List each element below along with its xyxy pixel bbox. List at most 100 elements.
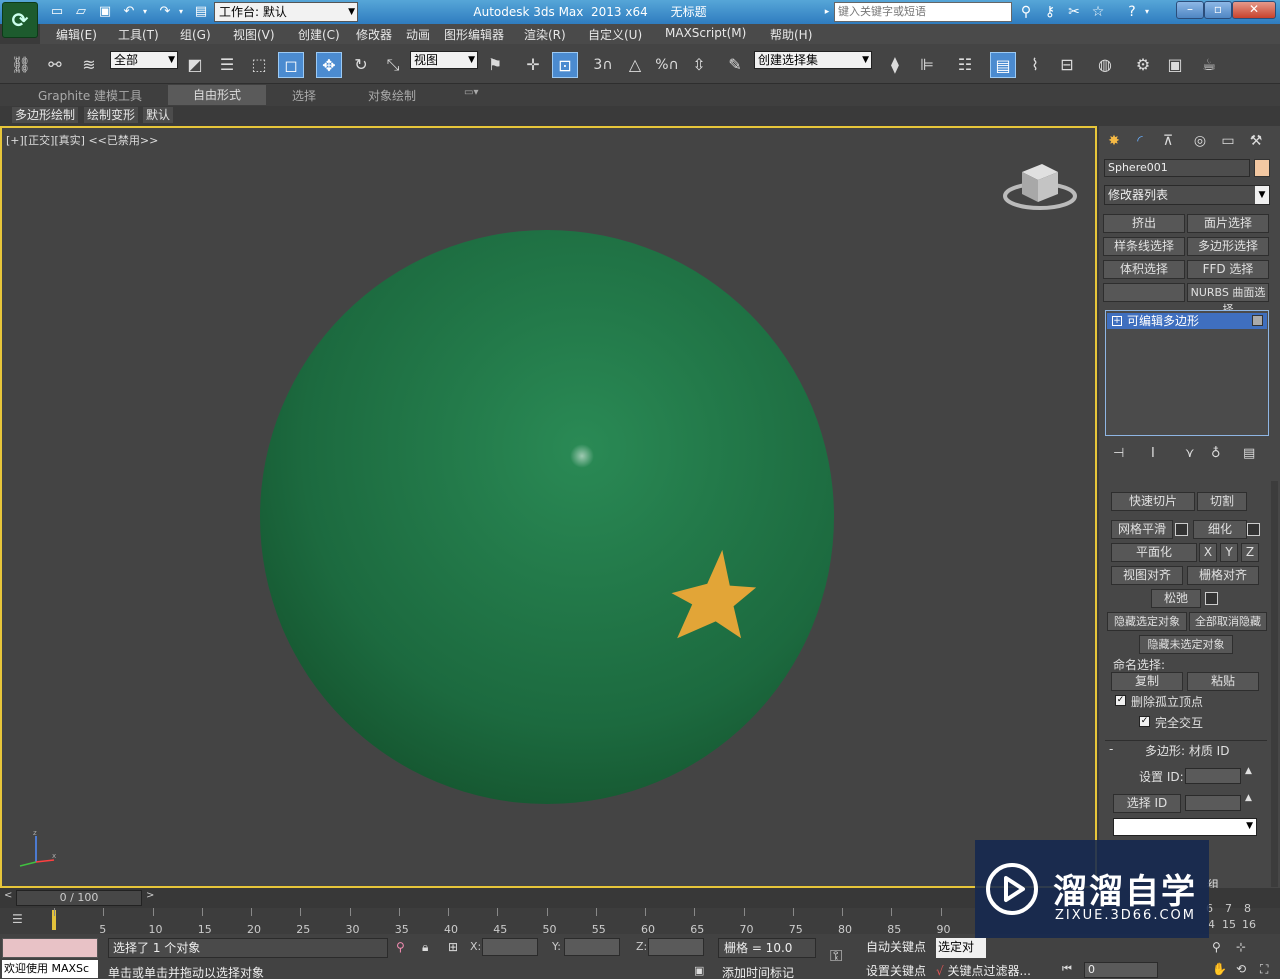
- relax-settings-icon[interactable]: [1205, 592, 1218, 605]
- star-icon[interactable]: ☆: [1088, 2, 1108, 22]
- app-logo-icon[interactable]: ⟳: [2, 2, 38, 38]
- tab-object-paint[interactable]: 对象绘制: [368, 87, 416, 104]
- select-rotate-icon[interactable]: ↻: [348, 52, 374, 78]
- meshsmooth-button[interactable]: 网格平滑: [1111, 520, 1173, 539]
- spline-select-button[interactable]: 样条线选择: [1103, 237, 1185, 256]
- time-slider-thumb[interactable]: 0 / 100: [16, 890, 142, 906]
- search-input[interactable]: 键入关键字或短语: [834, 2, 1012, 22]
- command-panel-scrollbar[interactable]: [1271, 481, 1278, 887]
- grid-align-button[interactable]: 栅格对齐: [1187, 566, 1259, 585]
- subscription-icon[interactable]: ✂: [1064, 2, 1084, 22]
- vol-select-button[interactable]: 体积选择: [1103, 260, 1185, 279]
- pin-stack-icon[interactable]: ⊣: [1113, 446, 1124, 461]
- auto-key-button[interactable]: 自动关键点: [866, 938, 926, 955]
- menu-group[interactable]: 组(G): [180, 26, 211, 43]
- pan-icon[interactable]: ✋: [1212, 962, 1227, 976]
- rect-selection-icon[interactable]: ⬚: [246, 52, 272, 78]
- close-button[interactable]: ✕: [1232, 1, 1276, 19]
- expand-icon[interactable]: +: [1112, 316, 1122, 326]
- spinner-arrows-icon[interactable]: ▲: [1245, 793, 1252, 803]
- poly-select-button[interactable]: 多边形选择: [1187, 237, 1269, 256]
- new-file-icon[interactable]: ▭: [48, 3, 66, 21]
- schematic-view-icon[interactable]: ⊟: [1054, 52, 1080, 78]
- empty-mod-button[interactable]: [1103, 283, 1185, 302]
- smoothing-num[interactable]: 8: [1244, 902, 1251, 915]
- absolute-mode-icon[interactable]: ⊞: [448, 940, 458, 954]
- help-icon[interactable]: ?: [1122, 2, 1142, 22]
- next-frame-icon[interactable]: >: [146, 890, 154, 901]
- redo-icon[interactable]: ↷: [156, 3, 174, 21]
- view-align-button[interactable]: 视图对齐: [1111, 566, 1183, 585]
- isolate-icon[interactable]: ⚲: [396, 940, 405, 954]
- maximize-viewport-icon[interactable]: ⛶: [1260, 962, 1268, 977]
- subtab-defaults[interactable]: 默认: [143, 107, 174, 123]
- material-id-rollout-title[interactable]: 多边形: 材质 ID: [1145, 742, 1229, 759]
- spinner-arrows-icon[interactable]: ▲: [1245, 766, 1252, 776]
- named-selection-dropdown[interactable]: 创建选择集 ▼: [754, 51, 872, 69]
- planarize-x-button[interactable]: X: [1199, 543, 1217, 562]
- orbit-icon[interactable]: ⟲: [1236, 962, 1246, 976]
- zoom-all-icon[interactable]: ⊹: [1236, 940, 1246, 954]
- keyboard-shortcut-toggle-icon[interactable]: ⊡: [552, 52, 578, 78]
- window-crossing-icon[interactable]: ◻: [278, 52, 304, 78]
- viewcube-icon[interactable]: [1002, 158, 1078, 214]
- tab-freeform[interactable]: 自由形式: [168, 85, 266, 105]
- viewport-label[interactable]: [+][正交][真实] <<已禁用>>: [6, 132, 158, 148]
- edit-named-selection-icon[interactable]: ✎: [722, 52, 748, 78]
- key-filters-button[interactable]: √ 关键点过滤器...: [936, 962, 1031, 979]
- select-scale-icon[interactable]: ⤡: [380, 52, 406, 78]
- object-color-swatch[interactable]: [1254, 159, 1270, 177]
- z-coord-field[interactable]: [648, 938, 704, 956]
- select-id-button[interactable]: 选择 ID: [1113, 794, 1181, 813]
- render-teapot-icon[interactable]: ☕: [1196, 52, 1222, 78]
- key-selection-dropdown[interactable]: 选定对: [936, 938, 986, 958]
- spinner-snap-icon[interactable]: ⇳: [686, 52, 712, 78]
- set-id-spinner[interactable]: [1185, 768, 1241, 784]
- make-unique-icon[interactable]: ⋎: [1185, 446, 1195, 461]
- rollout-collapse-icon[interactable]: -: [1109, 742, 1113, 756]
- lock-selection-icon[interactable]: 🔒︎: [422, 940, 428, 955]
- nurbs-select-button[interactable]: NURBS 曲面选择: [1187, 283, 1269, 316]
- angle-snap-icon[interactable]: △: [622, 52, 648, 78]
- smoothing-num[interactable]: 16: [1242, 918, 1256, 931]
- stack-toggle-icon[interactable]: [1252, 315, 1263, 326]
- select-object-icon[interactable]: ◩: [182, 52, 208, 78]
- bind-spacewarp-icon[interactable]: ≋: [76, 52, 102, 78]
- smoothing-num[interactable]: 15: [1222, 918, 1236, 931]
- green-sphere[interactable]: [260, 230, 834, 804]
- planarize-button[interactable]: 平面化: [1111, 543, 1197, 562]
- motion-tab-icon[interactable]: ◎: [1189, 130, 1211, 152]
- maxscript-mini-listener[interactable]: 欢迎使用 MAXSc: [2, 960, 98, 978]
- curve-editor-icon[interactable]: ⌇: [1022, 52, 1048, 78]
- undo-icon[interactable]: ↶: [120, 3, 138, 21]
- ref-coord-dropdown[interactable]: 视图 ▼: [410, 51, 478, 69]
- zoom-icon[interactable]: ⚲: [1212, 940, 1221, 954]
- maxscript-listener[interactable]: [2, 938, 98, 958]
- graphite-toggle-icon[interactable]: ▤: [990, 52, 1016, 78]
- show-end-result-icon[interactable]: I: [1151, 446, 1155, 461]
- paste-button[interactable]: 粘贴: [1187, 672, 1259, 691]
- minimize-button[interactable]: –: [1176, 1, 1204, 19]
- hide-selected-button[interactable]: 隐藏选定对象: [1107, 612, 1187, 631]
- selection-filter-dropdown[interactable]: 全部 ▼: [110, 51, 178, 69]
- configure-sets-icon[interactable]: ▤: [1243, 446, 1255, 461]
- select-id-spinner[interactable]: [1185, 795, 1241, 811]
- cut-button[interactable]: 切割: [1197, 492, 1247, 511]
- save-icon[interactable]: ▣: [96, 3, 114, 21]
- y-coord-field[interactable]: [564, 938, 620, 956]
- menu-create[interactable]: 创建(C): [298, 26, 340, 43]
- quickslice-button[interactable]: 快速切片: [1111, 492, 1195, 511]
- copy-button[interactable]: 复制: [1111, 672, 1183, 691]
- hierarchy-tab-icon[interactable]: ⊼: [1157, 130, 1179, 152]
- prev-frame-icon[interactable]: <: [4, 890, 12, 901]
- current-frame-field[interactable]: 0: [1084, 962, 1158, 978]
- meshsmooth-settings-icon[interactable]: [1175, 523, 1188, 536]
- layer-manager-icon[interactable]: ☷: [952, 52, 978, 78]
- undo-dropdown-icon[interactable]: ▾: [140, 3, 150, 21]
- select-by-name-icon[interactable]: ☰: [214, 52, 240, 78]
- menu-maxscript[interactable]: MAXScript(M): [665, 26, 746, 40]
- delete-isolated-checkbox[interactable]: ✓: [1115, 695, 1126, 706]
- menu-views[interactable]: 视图(V): [233, 26, 275, 43]
- menu-modifiers[interactable]: 修改器: [356, 26, 392, 43]
- material-name-dropdown[interactable]: ▼: [1113, 818, 1257, 836]
